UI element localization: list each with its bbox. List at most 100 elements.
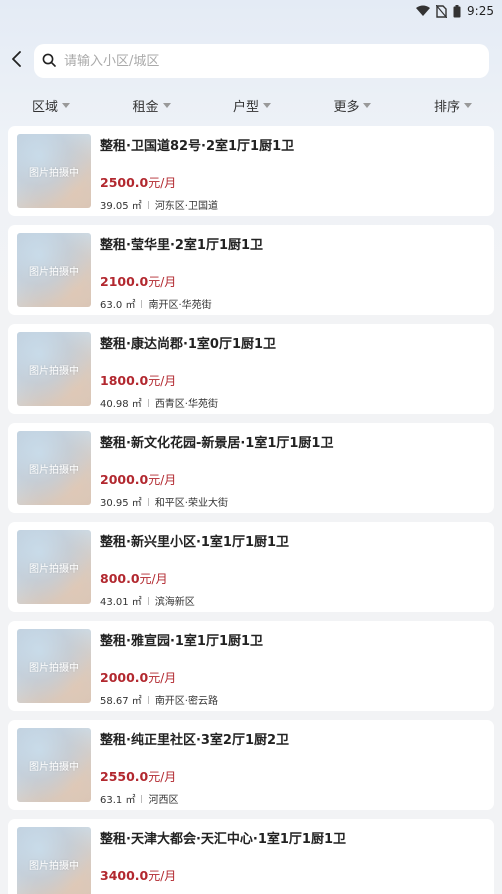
listing-price: 2550.0元/月 [100,768,176,785]
divider [147,398,149,407]
price-value: 2000.0 [100,472,149,487]
price-unit: 元/月 [148,275,177,289]
listing-list: 图片拍摄中 整租·卫国道82号·2室1厅1厨1卫 2500.0元/月 39.05… [8,126,494,894]
listing-title: 整租·纯正里社区·3室2厅1厨2卫 [100,733,290,748]
listing-thumbnail: 图片拍摄中 [17,827,91,894]
listing-meta: 63.0 ㎡ 南开区·华苑街 [100,296,212,311]
wifi-icon [416,5,431,17]
listing-card[interactable]: 图片拍摄中 整租·纯正里社区·3室2厅1厨2卫 2550.0元/月 63.1 ㎡… [8,720,494,810]
search-input[interactable] [64,53,444,69]
listing-card[interactable]: 图片拍摄中 整租·新文化花园-新景居·1室1厅1厨1卫 2000.0元/月 30… [8,423,494,513]
listing-card[interactable]: 图片拍摄中 整租·天津大都会·天汇中心·1室1厅1厨1卫 3400.0元/月 [8,819,494,894]
price-value: 2500.0 [100,175,149,190]
listing-price: 2500.0元/月 [100,174,176,191]
price-value: 800.0 [100,571,140,586]
caret-down-icon [463,102,472,108]
listing-area: 30.95 ㎡ [100,498,142,509]
chevron-left-icon [11,51,23,71]
thumbnail-placeholder-label: 图片拍摄中 [29,167,79,179]
filter-more[interactable]: 更多 [333,94,372,116]
listing-meta: 63.1 ㎡ 河西区 [100,791,178,806]
listing-location: 和平区·荣业大街 [154,498,228,509]
no-sim-icon [436,4,448,18]
thumbnail-placeholder-label: 图片拍摄中 [29,464,79,476]
listing-card[interactable]: 图片拍摄中 整租·雅宣园·1室1厅1厨1卫 2000.0元/月 58.67 ㎡ 南… [8,621,494,711]
price-value: 2100.0 [100,274,149,289]
filter-rent[interactable]: 租金 [132,94,171,116]
filter-label: 区域 [32,99,59,115]
thumbnail-placeholder-label: 图片拍摄中 [29,266,79,278]
divider [141,794,143,803]
listing-card[interactable]: 图片拍摄中 整租·康达尚郡·1室0厅1厨1卫 1800.0元/月 40.98 ㎡… [8,324,494,414]
filter-sort[interactable]: 排序 [434,94,472,116]
listing-thumbnail: 图片拍摄中 [17,233,91,307]
price-value: 2550.0 [100,769,149,784]
listing-price: 3400.0元/月 [100,867,176,884]
listing-area: 63.0 ㎡ [100,300,136,311]
listing-card[interactable]: 图片拍摄中 整租·新兴里小区·1室1厅1厨1卫 800.0元/月 43.01 ㎡… [8,522,494,612]
filter-label: 排序 [433,99,460,115]
listing-title: 整租·莹华里·2室1厅1厨1卫 [100,238,264,253]
listing-location: 西青区·华苑街 [154,399,218,410]
price-unit: 元/月 [139,572,168,586]
listing-area: 39.05 ㎡ [100,201,142,212]
caret-down-icon [162,102,171,108]
filter-label: 租金 [132,99,159,115]
listing-price: 1800.0元/月 [100,372,176,389]
price-unit: 元/月 [148,671,177,685]
price-unit: 元/月 [148,176,177,190]
search-row [0,44,502,78]
listing-meta: 30.95 ㎡ 和平区·荣业大街 [100,494,228,509]
caret-down-icon [62,102,71,108]
thumbnail-placeholder-label: 图片拍摄中 [29,860,79,872]
price-value: 1800.0 [100,373,149,388]
price-unit: 元/月 [148,770,177,784]
filter-label: 户型 [232,99,259,115]
divider [147,200,149,209]
listing-meta: 40.98 ㎡ 西青区·华苑街 [100,395,218,410]
listing-area: 40.98 ㎡ [100,399,142,410]
listing-area: 43.01 ㎡ [100,597,142,608]
listing-title: 整租·卫国道82号·2室1厅1厨1卫 [100,139,295,154]
filter-bar: 区域 租金 户型 更多 排序 [0,94,502,116]
listing-area: 63.1 ㎡ [100,795,136,806]
listing-thumbnail: 图片拍摄中 [17,629,91,703]
listing-card[interactable]: 图片拍摄中 整租·卫国道82号·2室1厅1厨1卫 2500.0元/月 39.05… [8,126,494,216]
caret-down-icon [262,102,271,108]
filter-layout[interactable]: 户型 [233,94,271,116]
listing-location: 滨海新区 [154,597,195,608]
listing-thumbnail: 图片拍摄中 [17,728,91,802]
listing-meta: 43.01 ㎡ 滨海新区 [100,593,195,608]
filter-region[interactable]: 区域 [32,94,71,116]
caret-down-icon [363,102,372,108]
filter-label: 更多 [333,99,360,115]
listing-location: 河西区 [148,795,179,806]
price-unit: 元/月 [148,374,177,388]
listing-card[interactable]: 图片拍摄中 整租·莹华里·2室1厅1厨1卫 2100.0元/月 63.0 ㎡ 南开… [8,225,494,315]
listing-title: 整租·天津大都会·天汇中心·1室1厅1厨1卫 [100,832,346,847]
listing-location: 南开区·密云路 [154,696,218,707]
listing-area: 58.67 ㎡ [100,696,142,707]
listing-meta: 58.67 ㎡ 南开区·密云路 [100,692,218,707]
listing-price: 2100.0元/月 [100,273,176,290]
listing-price: 800.0元/月 [100,570,168,587]
listing-thumbnail: 图片拍摄中 [17,530,91,604]
listing-thumbnail: 图片拍摄中 [17,134,91,208]
listing-price: 2000.0元/月 [100,669,176,686]
listing-title: 整租·新文化花园-新景居·1室1厅1厨1卫 [100,436,334,451]
price-unit: 元/月 [148,869,177,883]
listing-title: 整租·雅宣园·1室1厅1厨1卫 [100,634,264,649]
search-icon [42,52,56,71]
listing-meta: 39.05 ㎡ 河东区·卫国道 [100,197,218,212]
status-bar: 9:25 [0,0,502,22]
back-button[interactable] [0,44,34,78]
divider [147,596,149,605]
listing-title: 整租·康达尚郡·1室0厅1厨1卫 [100,337,277,352]
thumbnail-placeholder-label: 图片拍摄中 [29,563,79,575]
listing-title: 整租·新兴里小区·1室1厅1厨1卫 [100,535,290,550]
battery-icon [453,4,461,18]
search-box[interactable] [34,44,489,78]
listing-location: 河东区·卫国道 [154,201,218,212]
thumbnail-placeholder-label: 图片拍摄中 [29,761,79,773]
price-unit: 元/月 [148,473,177,487]
